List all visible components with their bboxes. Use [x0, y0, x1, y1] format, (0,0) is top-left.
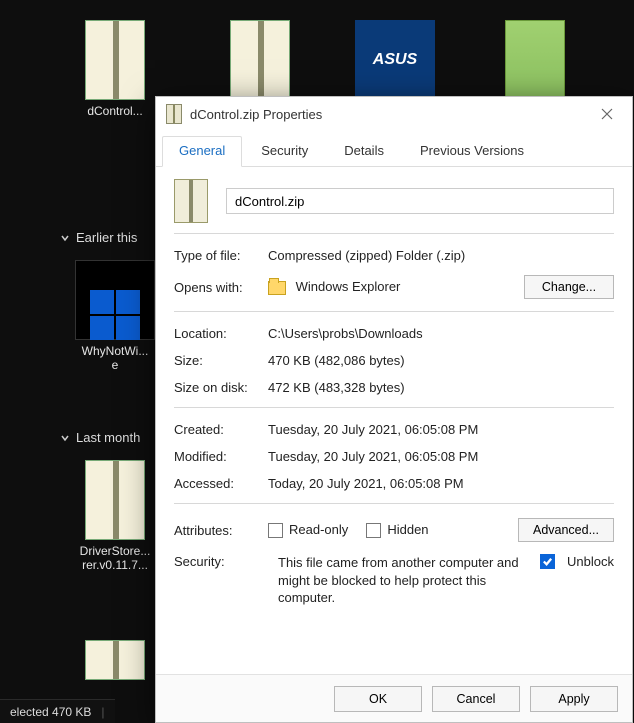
- value-size-on-disk: 472 KB (483,328 bytes): [268, 380, 614, 395]
- value-opens-with: Windows Explorer: [268, 279, 524, 295]
- filename-input[interactable]: [226, 188, 614, 214]
- tab-details[interactable]: Details: [327, 136, 401, 167]
- label-opens-with: Opens with:: [174, 280, 268, 295]
- readonly-checkbox[interactable]: [268, 523, 283, 538]
- zip-icon: [166, 104, 182, 124]
- security-text: This file came from another computer and…: [278, 554, 530, 607]
- file-type-icon: [174, 179, 208, 223]
- asus-icon: ASUS: [355, 20, 435, 100]
- change-button[interactable]: Change...: [524, 275, 614, 299]
- folder-icon: [268, 281, 286, 295]
- file-item[interactable]: dControl...: [70, 20, 160, 118]
- window-title: dControl.zip Properties: [190, 107, 322, 122]
- label-modified: Modified:: [174, 449, 268, 464]
- tabs: General Security Details Previous Versio…: [156, 131, 632, 167]
- value-modified: Tuesday, 20 July 2021, 06:05:08 PM: [268, 449, 614, 464]
- general-panel: Type of file: Compressed (zipped) Folder…: [156, 167, 632, 607]
- properties-dialog: dControl.zip Properties General Security…: [155, 96, 633, 723]
- label-attributes: Attributes:: [174, 523, 268, 538]
- file-item[interactable]: [215, 20, 305, 104]
- titlebar[interactable]: dControl.zip Properties: [156, 97, 632, 131]
- advanced-button[interactable]: Advanced...: [518, 518, 614, 542]
- file-item[interactable]: WhyNotWi... e: [70, 260, 160, 372]
- close-button[interactable]: [592, 99, 622, 129]
- cancel-button[interactable]: Cancel: [432, 686, 520, 712]
- group-last-month[interactable]: Last month: [60, 430, 140, 445]
- label-accessed: Accessed:: [174, 476, 268, 491]
- zip-icon: [85, 460, 145, 540]
- tab-previous-versions[interactable]: Previous Versions: [403, 136, 541, 167]
- file-item[interactable]: [490, 20, 580, 104]
- label-location: Location:: [174, 326, 268, 341]
- file-label: DriverStore... rer.v0.11.7...: [80, 544, 151, 572]
- label-created: Created:: [174, 422, 268, 437]
- label-unblock: Unblock: [567, 554, 614, 569]
- group-earlier[interactable]: Earlier this: [60, 230, 137, 245]
- ok-button[interactable]: OK: [334, 686, 422, 712]
- file-label: dControl...: [87, 104, 142, 118]
- unblock-wrapper: Unblock: [540, 554, 614, 569]
- label-hidden: Hidden: [387, 522, 428, 537]
- status-text: elected 470 KB: [10, 705, 91, 719]
- file-item[interactable]: ASUS: [350, 20, 440, 104]
- status-bar: elected 470 KB |: [0, 699, 115, 723]
- tab-general[interactable]: General: [162, 136, 242, 167]
- value-type: Compressed (zipped) Folder (.zip): [268, 248, 614, 263]
- value-accessed: Today, 20 July 2021, 06:05:08 PM: [268, 476, 614, 491]
- file-item[interactable]: DriverStore... rer.v0.11.7...: [70, 460, 160, 572]
- zip-icon: [230, 20, 290, 100]
- file-label: WhyNotWi... e: [82, 344, 149, 372]
- unblock-checkbox[interactable]: [540, 554, 555, 569]
- label-readonly: Read-only: [289, 522, 348, 537]
- apply-button[interactable]: Apply: [530, 686, 618, 712]
- label-type: Type of file:: [174, 248, 268, 263]
- tab-security[interactable]: Security: [244, 136, 325, 167]
- zip-icon: [85, 20, 145, 100]
- label-security: Security:: [174, 554, 268, 569]
- dialog-footer: OK Cancel Apply: [156, 674, 632, 722]
- label-size-on-disk: Size on disk:: [174, 380, 268, 395]
- zip-icon: [85, 640, 145, 680]
- value-size: 470 KB (482,086 bytes): [268, 353, 614, 368]
- book-icon: [505, 20, 565, 100]
- hidden-checkbox[interactable]: [366, 523, 381, 538]
- label-size: Size:: [174, 353, 268, 368]
- value-created: Tuesday, 20 July 2021, 06:05:08 PM: [268, 422, 614, 437]
- file-item[interactable]: [70, 640, 160, 684]
- value-location: C:\Users\probs\Downloads: [268, 326, 614, 341]
- windows-icon: [75, 260, 155, 340]
